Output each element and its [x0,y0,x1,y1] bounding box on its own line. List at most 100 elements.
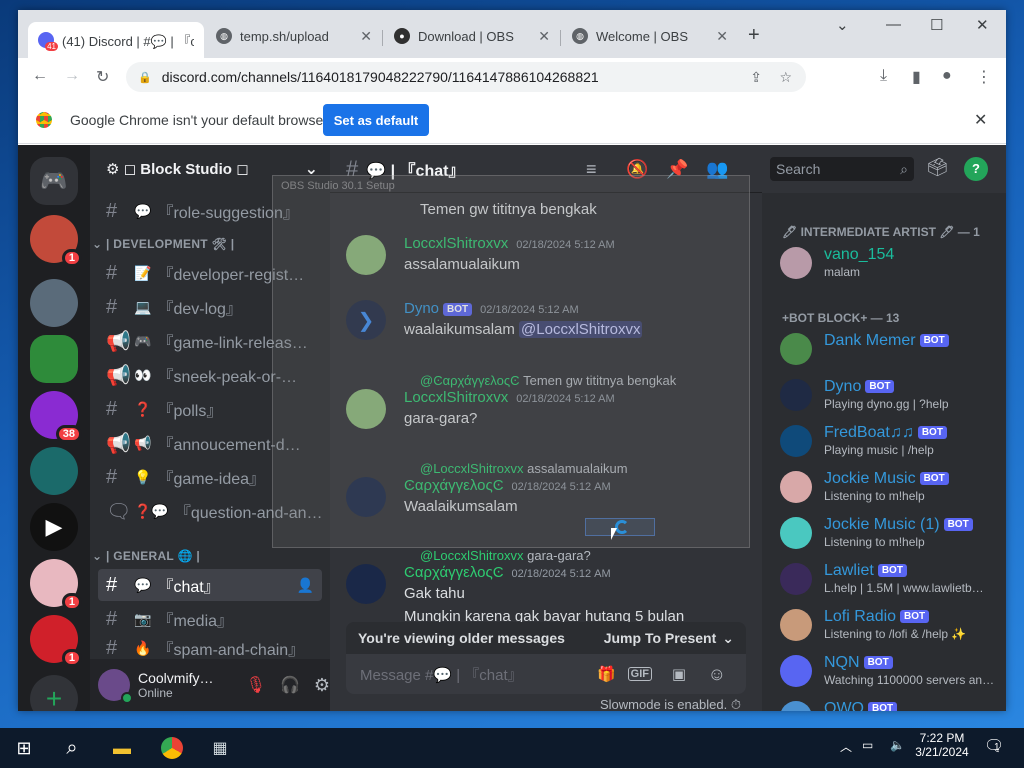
globe-icon: ◍ [572,28,588,44]
unread-badge: 38 [55,425,82,443]
address-bar[interactable]: 🔒 discord.com/channels/11640181790482227… [126,62,806,92]
settings-gear-icon[interactable]: ⚙ [314,675,330,696]
close-icon[interactable]: ✕ [716,28,728,45]
discord-home-icon[interactable]: 🎮 [30,157,78,205]
jump-to-present-button[interactable]: Jump To Present [604,630,717,646]
role-category: +BOT BLOCK+ — 13 [782,311,900,325]
volume-icon[interactable]: 🔈 [890,738,905,752]
search-input[interactable]: Search ⌕ [770,157,914,181]
tab-discord[interactable]: 41 (41) Discord | #💬 | 『c [28,22,204,58]
close-icon[interactable]: ✕ [538,28,550,45]
member-item[interactable]: Dank Memer BOT [780,329,1000,371]
member-item[interactable]: FredBoat♫♫ BOT Playing music | /help [780,421,1000,463]
tab-obs-welcome[interactable]: ◍ Welcome | OBS ✕ [562,22,738,50]
back-icon[interactable]: ← [32,67,48,85]
clock[interactable]: 7:22 PM 3/21/2024 [914,731,970,759]
server-icon[interactable]: 1 [30,215,82,267]
reply-preview[interactable]: @LoccxlShitroxvx gara-gara? [420,548,591,563]
category-development[interactable]: ⌄ | DEVELOPMENT 🛠 | [92,237,234,251]
installer-taskbar-icon[interactable]: ▦ [200,732,240,764]
minimize-button[interactable]: — [886,16,901,33]
member-item[interactable]: Jockie Music (1) BOT Listening to m!help [780,513,1000,555]
emoji-icon[interactable]: ☺ [708,664,726,685]
chrome-taskbar-icon[interactable] [152,732,192,764]
member-item[interactable]: vano_154 malam [780,243,1000,285]
member-item[interactable]: Dyno BOT Playing dyno.gg | ?help [780,375,1000,417]
server-icon[interactable] [30,335,78,383]
server-icon[interactable]: 1 [30,559,82,611]
gift-icon[interactable]: 🎁 [597,665,616,683]
maximize-button[interactable]: ☐ [930,16,943,34]
menu-icon[interactable]: ⋮ [976,67,992,87]
member-item[interactable]: OWO BOT [780,697,1000,711]
channel-spam-and-chain[interactable]: # 🔥 『spam-and-chain』 [98,637,322,659]
older-messages-bar: You're viewing older messages Jump To Pr… [346,622,746,654]
member-item[interactable]: NQN BOT Watching 1100000 servers an… [780,651,1000,693]
member-item[interactable]: Lawliet BOT L.help | 1.5M | www.lawlietb… [780,559,1000,601]
notification-count: 1 [994,742,1000,753]
server-icon[interactable]: 38 [30,391,82,443]
server-icon[interactable]: 1 [30,615,82,667]
reload-icon[interactable]: ↻ [96,67,109,87]
mute-mic-icon[interactable]: 🎙 [246,675,266,695]
guild-name: ⚙ ◻ Block Studio ◻ [106,161,249,178]
inbox-icon[interactable]: 🗳 [926,157,949,178]
close-icon[interactable]: ✕ [974,110,987,130]
megaphone-icon: 📢 [106,330,131,353]
close-icon[interactable]: ✕ [360,28,372,45]
bookmark-star-icon[interactable]: ☆ [779,69,792,86]
obs-setup-dialog[interactable]: OBS Studio 30.1 Setup [272,175,750,548]
member-item[interactable]: Lofi Radio BOT Listening to /lofi & /help … [780,605,1000,647]
message-composer[interactable]: Message #💬 | 『chat』 🎁 GIF ▣ ☺ [346,654,746,694]
member-list: ≡ 🔕 📌 👥 Search ⌕ 🗳 ? 🖊 INTERMEDIATE ARTIS… [586,145,1006,711]
tab-badge: 41 [45,42,58,51]
message-author[interactable]: ϾαρχάγγελοςϾ [404,564,504,581]
avatar[interactable] [98,669,133,704]
close-window-button[interactable]: ✕ [976,16,989,34]
member-item[interactable]: Jockie Music BOT Listening to m!help [780,467,1000,509]
gif-button[interactable]: GIF [627,667,652,681]
search-icon[interactable]: ⌕ [52,732,92,764]
add-member-icon[interactable]: 👤 [297,577,314,594]
older-notice: You're viewing older messages [358,630,565,646]
server-icon[interactable]: ▶ [30,503,78,551]
tab-search-icon[interactable]: ⌄ [836,16,849,34]
download-icon[interactable]: ⤓ [880,67,887,85]
role-category: 🖊 INTERMEDIATE ARTIST 🖊 — 1 [782,225,980,239]
add-server-icon[interactable]: + [30,675,78,711]
tray-chevron-icon[interactable]: ︿ [840,738,852,755]
sticker-icon[interactable]: ▣ [672,665,686,683]
channel-media[interactable]: # 📷 『media』 [98,603,322,635]
tab-title: temp.sh/upload [240,28,329,44]
file-explorer-icon[interactable]: ▬ [102,732,142,764]
taskbar: ⊞ ⌕ ▬ ▦ ︿ ▭ 🔈 7:22 PM 3/21/2024 🗨 1 [0,728,1024,768]
network-icon[interactable]: ▭ [862,738,873,752]
tab-tempsh[interactable]: ◍ temp.sh/upload ✕ [206,22,382,50]
unread-badge: 1 [61,593,82,611]
channel-chat[interactable]: # 💬 『chat』 👤 [98,569,322,601]
set-default-button[interactable]: Set as default [323,104,429,136]
server-icon[interactable] [30,447,78,495]
windows-start-icon[interactable]: ⊞ [4,732,44,764]
tab-obs-download[interactable]: ● Download | OBS ✕ [384,22,560,50]
category-general[interactable]: ⌄ | GENERAL 🌐 | [92,549,200,563]
share-icon[interactable]: ⇪ [750,69,762,86]
obs-icon: ● [394,28,410,44]
megaphone-icon: 📢 [106,432,131,455]
new-tab-button[interactable]: + [748,24,760,47]
slowmode-notice: Slowmode is enabled. ⏱ [600,697,741,711]
message-text: Gak tahu [404,585,465,602]
url-text: discord.com/channels/1164018179048222790… [161,69,599,85]
profile-icon[interactable]: ● [942,67,952,85]
tab-title: (41) Discord | #💬 | 『c [62,33,194,49]
forward-icon[interactable]: → [64,67,80,85]
composer-placeholder: Message #💬 | 『chat』 [360,666,523,684]
deafen-icon[interactable]: 🎧 [280,675,300,695]
avatar[interactable] [346,564,386,604]
help-icon[interactable]: ? [964,157,988,181]
message-text: Mungkin karena gak bayar hutang 5 bulan [404,608,685,622]
unread-badge: 1 [61,249,82,267]
side-panel-icon[interactable]: ▮ [912,67,921,87]
megaphone-icon: 📢 [106,364,131,387]
server-icon[interactable] [30,279,78,327]
